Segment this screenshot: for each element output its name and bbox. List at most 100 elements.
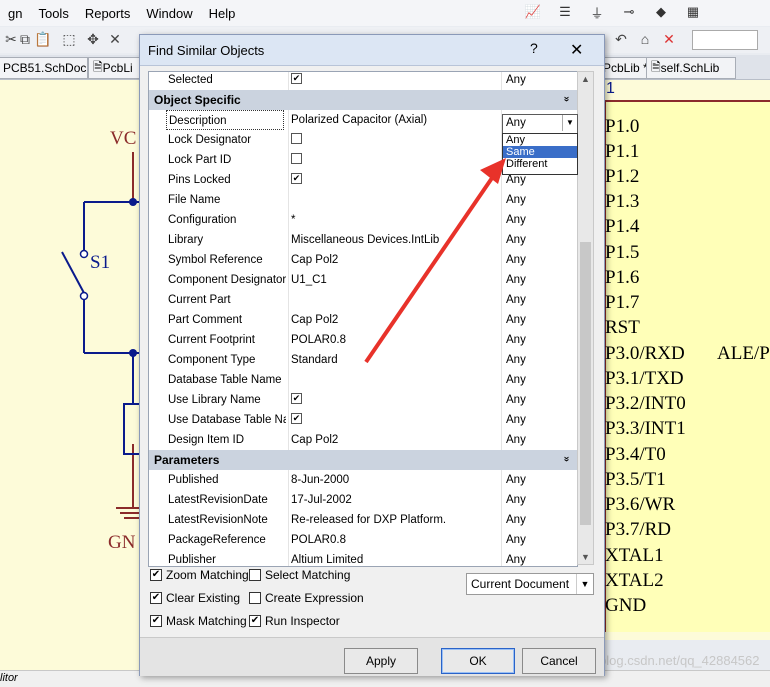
grid-icon[interactable]: ▦: [680, 2, 706, 22]
property-row[interactable]: Part Comment Cap Pol2 Any: [149, 310, 577, 330]
tag-icon[interactable]: ⌂: [636, 30, 654, 48]
select-matching-checkbox[interactable]: Select Matching: [249, 567, 350, 583]
tab-pcblib[interactable]: 🗎 PcbLi: [88, 57, 146, 79]
create-expression-checkbox[interactable]: Create Expression: [249, 590, 364, 606]
menu-reports[interactable]: Reports: [77, 6, 139, 21]
collapse-chevron-icon[interactable]: »: [557, 96, 575, 102]
collapse-chevron-icon[interactable]: »: [557, 456, 575, 462]
dialog-titlebar[interactable]: Find Similar Objects ? ✕: [140, 35, 604, 66]
match-dropdown[interactable]: Any ▼: [502, 114, 578, 134]
cancel-button[interactable]: Cancel: [522, 648, 596, 674]
property-checkbox[interactable]: [291, 153, 302, 164]
ok-button[interactable]: OK: [441, 648, 515, 674]
property-row[interactable]: Use Database Table Na Any: [149, 410, 577, 430]
match-kind[interactable]: Any: [506, 250, 526, 270]
menu-help[interactable]: Help: [201, 6, 244, 21]
menu-window[interactable]: Window: [138, 6, 200, 21]
match-kind[interactable]: Any: [506, 430, 526, 450]
match-kind[interactable]: Any: [506, 290, 526, 310]
checkbox-box[interactable]: [249, 569, 261, 581]
undo-icon[interactable]: ↶: [612, 30, 630, 48]
checkbox-box[interactable]: [249, 592, 261, 604]
property-row[interactable]: Current Footprint POLAR0.8 Any: [149, 330, 577, 350]
checkbox-box[interactable]: ✔: [249, 615, 261, 627]
property-checkbox[interactable]: [291, 133, 302, 144]
match-kind[interactable]: Any: [506, 210, 526, 230]
schematic-canvas-left[interactable]: VC S1 GN: [0, 80, 140, 670]
scope-select[interactable]: Current Document ▼: [466, 573, 594, 595]
clear-existing-checkbox[interactable]: ✔ Clear Existing: [150, 590, 240, 606]
match-kind[interactable]: Any: [506, 510, 526, 530]
match-kind[interactable]: Any: [506, 530, 526, 550]
diamond-icon[interactable]: ◆: [648, 2, 674, 22]
checkbox-box[interactable]: ✔: [150, 569, 162, 581]
menu-tools[interactable]: Tools: [30, 6, 76, 21]
dropdown-option-different[interactable]: Different: [503, 158, 577, 170]
property-row[interactable]: Database Table Name Any: [149, 370, 577, 390]
dropdown-option-same[interactable]: Same: [503, 146, 577, 158]
run-inspector-checkbox[interactable]: ✔ Run Inspector: [249, 613, 340, 629]
align-icon[interactable]: ☰: [552, 2, 578, 22]
match-kind[interactable]: Any: [506, 370, 526, 390]
clear-icon[interactable]: ✕: [660, 30, 678, 48]
property-checkbox[interactable]: [291, 393, 302, 404]
property-row[interactable]: Published 8-Jun-2000 Any: [149, 470, 577, 490]
property-checkbox[interactable]: [291, 73, 302, 84]
cross-icon[interactable]: ✕: [106, 30, 124, 48]
tab-pcblib-2[interactable]: PcbLib *: [598, 57, 650, 79]
port-icon[interactable]: ⊸: [616, 2, 642, 22]
match-kind[interactable]: Any: [506, 350, 526, 370]
help-icon[interactable]: ?: [530, 40, 538, 56]
property-row[interactable]: File Name Any: [149, 190, 577, 210]
match-kind[interactable]: Any: [506, 390, 526, 410]
match-kind[interactable]: Any: [506, 72, 526, 90]
group-header[interactable]: Object Specific »: [149, 90, 577, 110]
match-kind[interactable]: Any: [506, 230, 526, 250]
property-checkbox[interactable]: [291, 173, 302, 184]
match-kind[interactable]: Any: [506, 470, 526, 490]
apply-button[interactable]: Apply: [344, 648, 418, 674]
property-row[interactable]: Publisher Altium Limited Any: [149, 550, 577, 566]
property-row[interactable]: PackageReference POLAR0.8 Any: [149, 530, 577, 550]
menu-design[interactable]: gn: [0, 6, 30, 21]
property-row[interactable]: LatestRevisionDate 17-Jul-2002 Any: [149, 490, 577, 510]
match-kind[interactable]: Any: [506, 550, 526, 566]
property-row[interactable]: Component Type Standard Any: [149, 350, 577, 370]
scroll-down-icon[interactable]: ▼: [581, 552, 590, 562]
checkbox-box[interactable]: ✔: [150, 592, 162, 604]
paste-icon[interactable]: 📋: [34, 30, 52, 48]
grid-scrollbar[interactable]: ▲ ▼: [577, 71, 594, 565]
ground-icon[interactable]: ⏚: [584, 2, 610, 22]
property-row[interactable]: Library Miscellaneous Devices.IntLib Any: [149, 230, 577, 250]
match-kind[interactable]: Any: [506, 410, 526, 430]
dropdown-option-any[interactable]: Any: [503, 134, 577, 146]
close-icon[interactable]: ✕: [570, 40, 583, 60]
select-rect-icon[interactable]: ⬚: [60, 30, 78, 48]
property-row[interactable]: Selected Any: [149, 72, 577, 90]
property-checkbox[interactable]: [291, 413, 302, 424]
chevron-down-icon[interactable]: ▼: [562, 115, 577, 131]
chevron-down-icon[interactable]: ▼: [576, 574, 593, 594]
checkbox-box[interactable]: ✔: [150, 615, 162, 627]
toolbar-combo[interactable]: [692, 30, 758, 50]
property-row[interactable]: Symbol Reference Cap Pol2 Any: [149, 250, 577, 270]
property-row[interactable]: Component Designator U1_C1 Any: [149, 270, 577, 290]
tab-pcb51-schdoc[interactable]: PCB51.SchDoc *: [0, 57, 94, 79]
match-kind[interactable]: Any: [506, 270, 526, 290]
match-kind[interactable]: Any: [506, 190, 526, 210]
property-row[interactable]: Use Library Name Any: [149, 390, 577, 410]
scroll-up-icon[interactable]: ▲: [581, 74, 590, 84]
copy-icon[interactable]: ⧉: [16, 30, 34, 48]
property-row[interactable]: Design Item ID Cap Pol2 Any: [149, 430, 577, 450]
property-row[interactable]: Current Part Any: [149, 290, 577, 310]
move-icon[interactable]: ✥: [84, 30, 102, 48]
zoom-matching-checkbox[interactable]: ✔ Zoom Matching: [150, 567, 249, 583]
match-kind[interactable]: Any: [506, 490, 526, 510]
match-kind[interactable]: Any: [506, 310, 526, 330]
property-row[interactable]: Configuration * Any: [149, 210, 577, 230]
mask-matching-checkbox[interactable]: ✔ Mask Matching: [150, 613, 247, 629]
chart-icon[interactable]: 📈: [520, 2, 546, 22]
tab-self-schlib[interactable]: 🗎 self.SchLib: [646, 57, 736, 79]
match-kind[interactable]: Any: [506, 330, 526, 350]
scrollbar-thumb[interactable]: [580, 242, 591, 525]
